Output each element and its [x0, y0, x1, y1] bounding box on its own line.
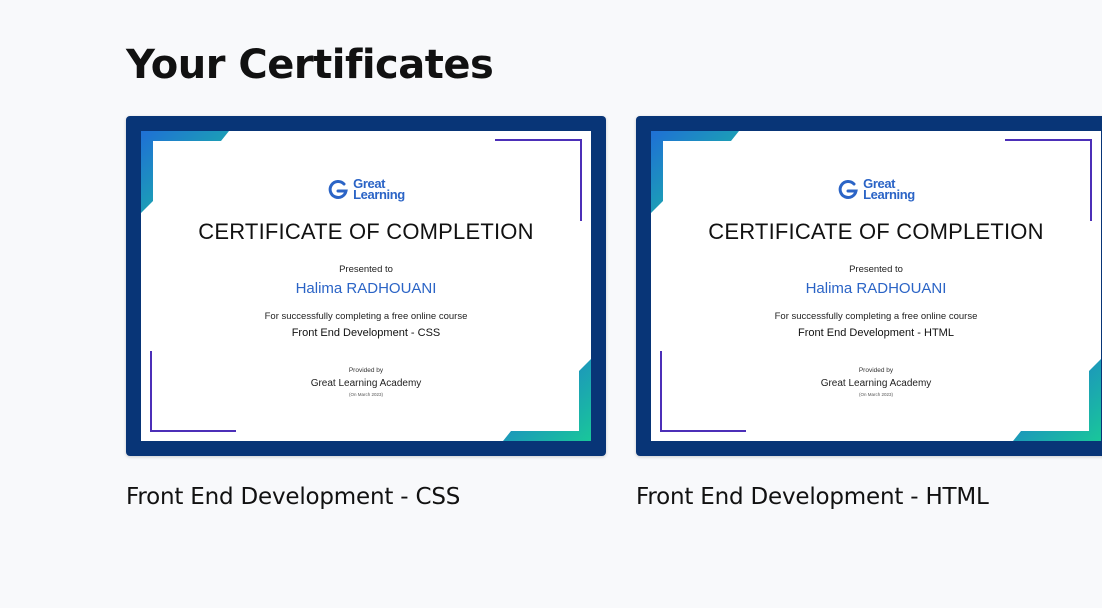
provided-by-label: Provided by: [858, 367, 894, 374]
presented-to-label: Presented to: [339, 264, 393, 275]
provided-by-label: Provided by: [348, 367, 384, 374]
certificate-card-html[interactable]: Great Learning CERTIFICATE OF COMPLETION…: [636, 116, 1102, 510]
great-learning-g-icon: [328, 179, 348, 199]
certificate-paper: Great Learning CERTIFICATE OF COMPLETION…: [141, 131, 591, 441]
certificate-title-link[interactable]: Front End Development - HTML: [636, 484, 989, 510]
logo-text-learning: Learning: [863, 187, 915, 202]
great-learning-g-icon: [838, 179, 858, 199]
presented-to-label: Presented to: [849, 264, 903, 275]
certificate-title-link[interactable]: Front End Development - CSS: [126, 484, 460, 510]
certificate-heading: CERTIFICATE OF COMPLETION: [708, 219, 1044, 244]
page-title: Your Certificates: [126, 42, 494, 88]
certificate-course-name: Front End Development - CSS: [291, 327, 441, 339]
great-learning-logo: Great Learning: [651, 175, 1101, 203]
recipient-name: Halima RADHOUANI: [295, 280, 437, 297]
provider-name: Great Learning Academy: [820, 378, 932, 389]
recipient-name: Halima RADHOUANI: [805, 280, 947, 297]
certificate-date: (On March 2023): [858, 392, 893, 397]
logo-text-learning: Learning: [353, 187, 405, 202]
certificate-paper: Great Learning CERTIFICATE OF COMPLETION…: [651, 131, 1101, 441]
certificate-course-name: Front End Development - HTML: [798, 327, 954, 339]
provider-name: Great Learning Academy: [310, 378, 422, 389]
completion-statement: For successfully completing a free onlin…: [774, 311, 978, 322]
certificate-heading: CERTIFICATE OF COMPLETION: [198, 219, 534, 244]
completion-statement: For successfully completing a free onlin…: [264, 311, 468, 322]
great-learning-logo: Great Learning: [141, 175, 591, 203]
certificate-thumbnail[interactable]: Great Learning CERTIFICATE OF COMPLETION…: [126, 116, 606, 456]
certificate-card-css[interactable]: Great Learning CERTIFICATE OF COMPLETION…: [126, 116, 606, 510]
certificate-date: (On March 2023): [348, 392, 383, 397]
certificate-thumbnail[interactable]: Great Learning CERTIFICATE OF COMPLETION…: [636, 116, 1102, 456]
